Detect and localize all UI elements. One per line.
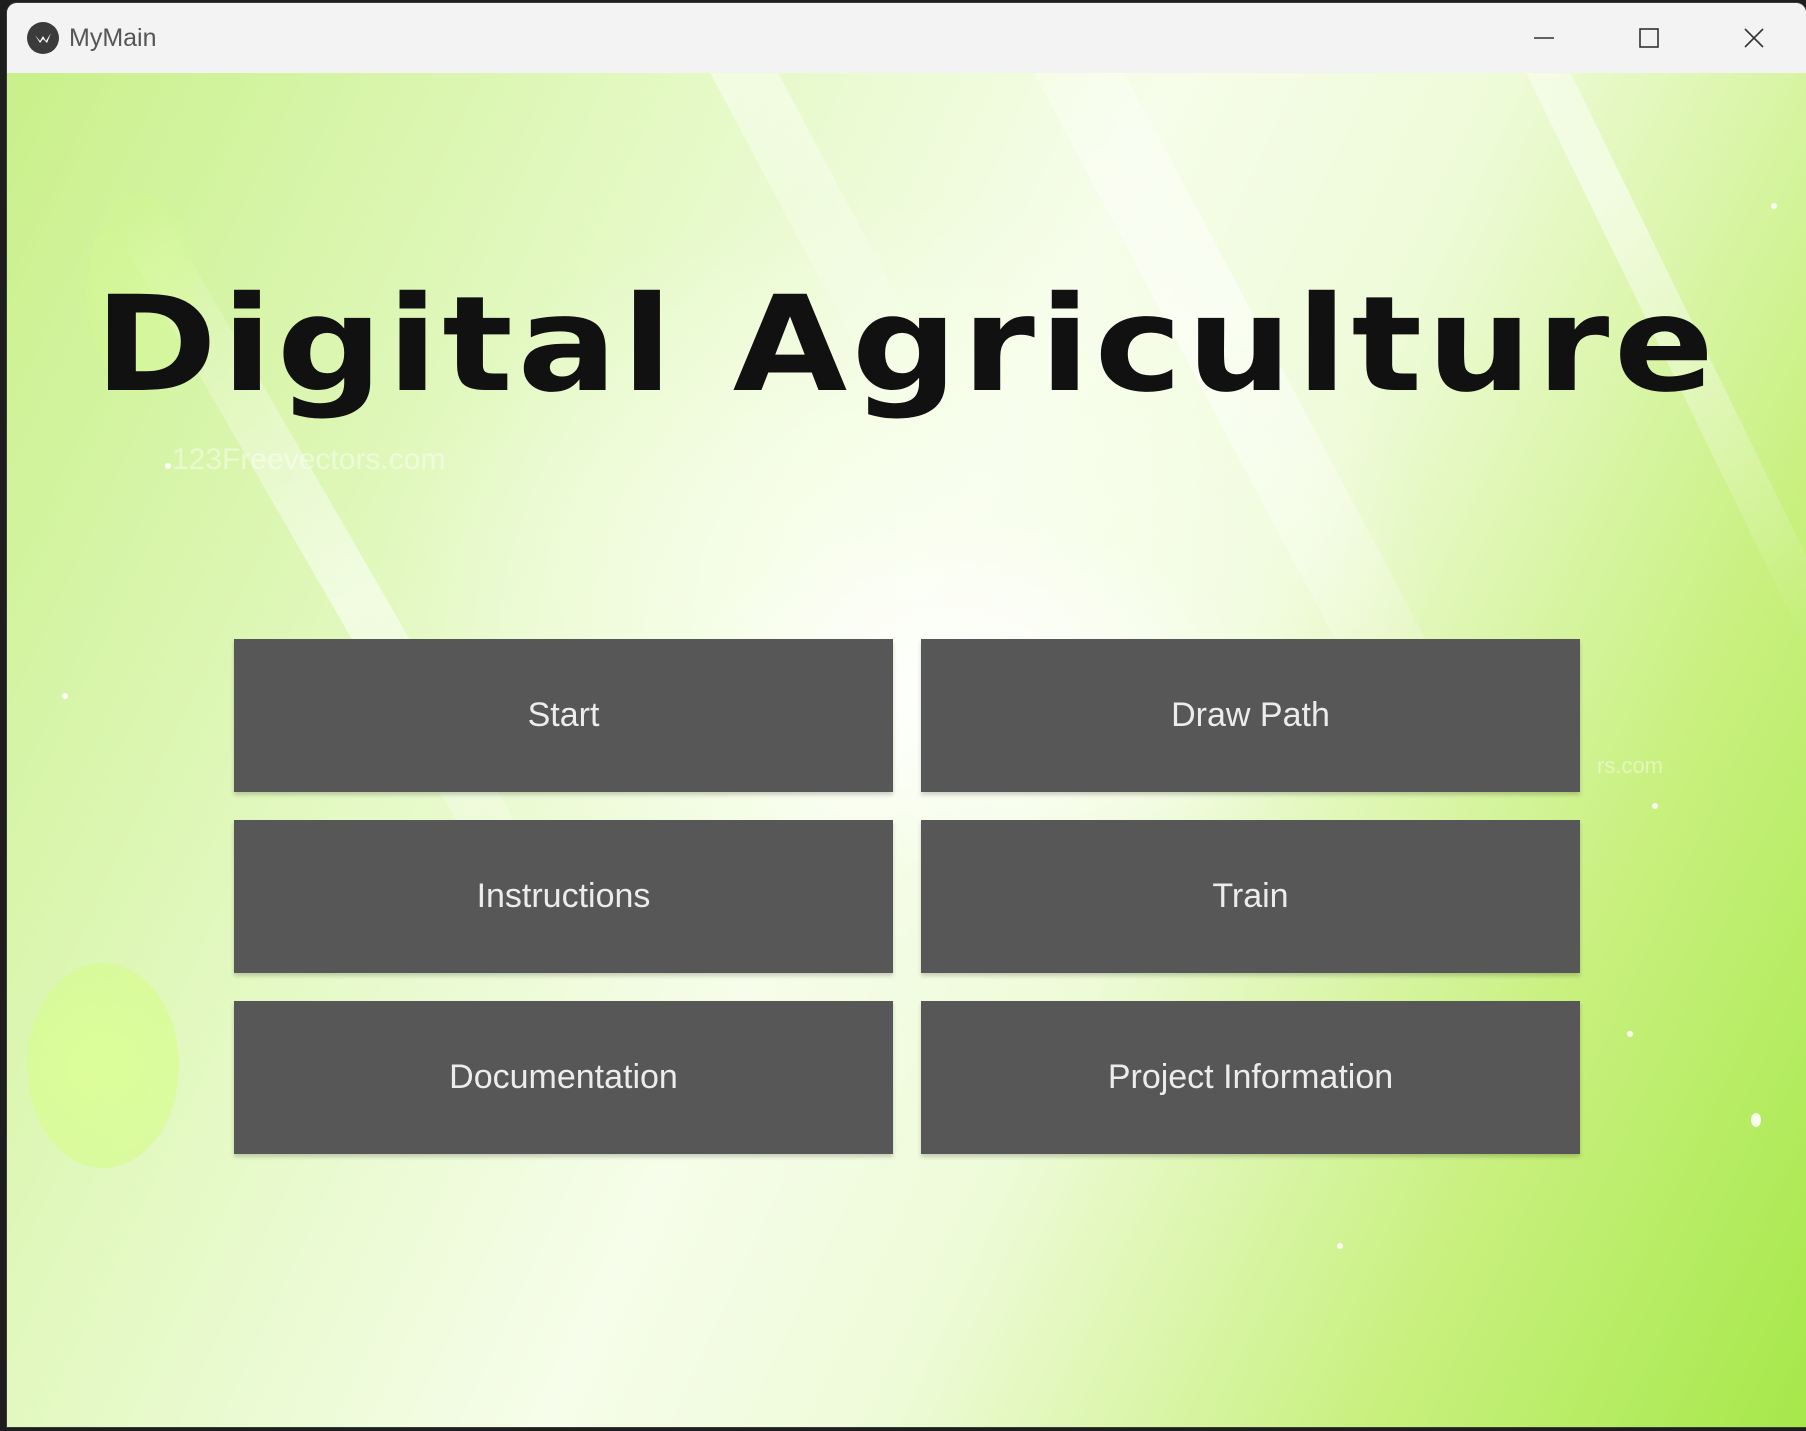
sparkle	[1627, 1031, 1633, 1037]
maximize-icon	[1638, 28, 1659, 48]
sparkle	[165, 463, 171, 469]
project-information-button[interactable]: Project Information	[921, 1001, 1580, 1154]
start-button[interactable]: Start	[234, 639, 893, 792]
draw-path-button[interactable]: Draw Path	[921, 639, 1580, 792]
sparkle	[1751, 1113, 1761, 1127]
main-content: 123Freevectors.com rs.com Digital Agricu…	[7, 73, 1806, 1427]
instructions-button[interactable]: Instructions	[234, 820, 893, 973]
sparkle	[1652, 803, 1658, 809]
app-window: MyMain 123Freevectors.com rs.com Digital…	[7, 3, 1806, 1427]
sparkle	[1771, 203, 1777, 209]
window-title: MyMain	[69, 23, 157, 52]
watermark-text: 123Freevectors.com	[172, 443, 446, 476]
sparkle	[1337, 1243, 1343, 1249]
watermark-text-partial: rs.com	[1597, 753, 1663, 778]
background-bubble	[27, 963, 179, 1168]
menu-button-grid: Start Draw Path Instructions Train Docum…	[234, 639, 1587, 1154]
kivy-logo-icon	[27, 22, 59, 54]
minimize-icon	[1533, 37, 1554, 39]
documentation-button[interactable]: Documentation	[234, 1001, 893, 1154]
maximize-button[interactable]	[1596, 3, 1701, 73]
close-icon	[1743, 28, 1764, 48]
close-button[interactable]	[1701, 3, 1806, 73]
title-bar[interactable]: MyMain	[7, 3, 1806, 73]
window-controls	[1491, 3, 1806, 73]
train-button[interactable]: Train	[921, 820, 1580, 973]
page-title: Digital Agriculture	[94, 268, 1719, 422]
sparkle	[62, 693, 68, 699]
minimize-button[interactable]	[1491, 3, 1596, 73]
